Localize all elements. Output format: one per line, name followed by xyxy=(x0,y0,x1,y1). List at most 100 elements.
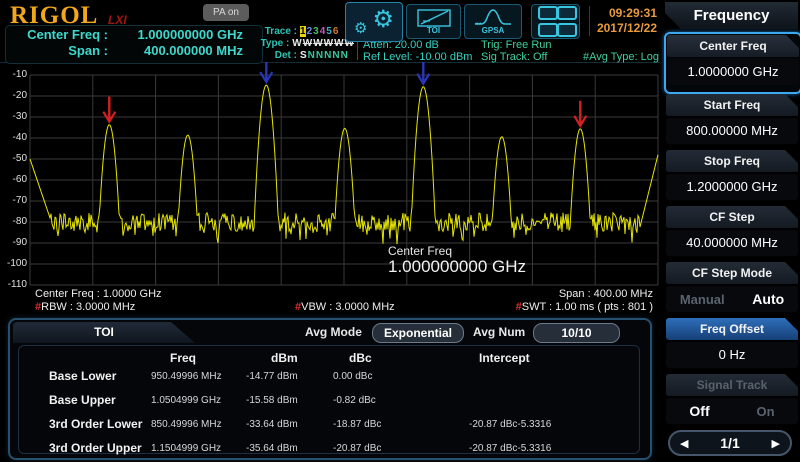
date-readout: 2017/12/22 xyxy=(593,21,657,36)
y-axis-tick-label: -40 xyxy=(0,132,27,143)
toi-table: Freq dBm dBc Intercept Base Lower950.499… xyxy=(18,345,640,454)
center-freq-span-readout: Center Freq : 1.000000000 GHz Span : 400… xyxy=(5,25,263,64)
footer-vbw: #VBW : 3.0000 MHz xyxy=(295,301,395,313)
avg-num-button[interactable]: 10/10 xyxy=(533,323,620,343)
softkey-signal-track[interactable]: Signal Track Off On xyxy=(666,374,798,428)
y-axis-tick-label: -60 xyxy=(0,174,27,185)
y-axis-tick-label: -100 xyxy=(0,258,27,269)
softkey-label: Signal Track xyxy=(666,374,798,396)
option-on[interactable]: On xyxy=(757,404,775,419)
gpsa-mode-button[interactable]: GPSA xyxy=(464,4,522,39)
trace-type: W xyxy=(334,38,343,49)
trace-number: 3 xyxy=(313,26,319,37)
header-divider xyxy=(357,40,358,60)
trace-number: 5 xyxy=(326,26,332,37)
active-function-value: 1.000000000 GHz xyxy=(388,257,526,277)
trace-status-block: Trace :123456 Type :WWWWWW Det :SNNNNN xyxy=(259,25,355,62)
softkey-value: 1.0000000 GHz xyxy=(667,59,799,85)
page-next-icon[interactable]: ▶ xyxy=(772,437,780,450)
toi-measure-button[interactable]: TOI xyxy=(406,4,461,39)
footer-rbw: #RBW : 3.0000 MHz xyxy=(35,301,135,313)
y-axis-tick-label: -80 xyxy=(0,216,27,227)
trace-number: 2 xyxy=(307,26,313,37)
footer-info-row2: #RBW : 3.0000 MHz #VBW : 3.0000 MHz #SWT… xyxy=(0,301,660,314)
window-grid-icon xyxy=(538,6,573,37)
softkey-cf-step-mode[interactable]: CF Step Mode Manual Auto xyxy=(666,262,798,316)
trace-detector: N xyxy=(332,50,339,61)
trace-type-label: Type : xyxy=(259,38,289,49)
center-freq-value: 1.000000000 GHz xyxy=(108,27,243,43)
table-row: 3rd Order Lower850.49996 MHz-33.64 dBm-1… xyxy=(19,418,669,431)
softkey-label: Center Freq xyxy=(667,35,799,57)
trig-readout: Trig: Free Run xyxy=(481,39,659,51)
trace-row-label: Trace : xyxy=(259,26,297,37)
blue-marker-arrow-icon xyxy=(417,62,429,84)
softkey-freq-offset[interactable]: Freq Offset 0 Hz xyxy=(666,318,798,372)
page-prev-icon[interactable]: ◀ xyxy=(680,437,688,450)
softkey-start-freq[interactable]: Start Freq 800.00000 MHz xyxy=(666,94,798,148)
softkey-label: CF Step xyxy=(666,206,798,228)
footer-info-row1: Center Freq : 1.0000 GHz Span : 400.00 M… xyxy=(0,288,660,301)
active-function-label: Center Freq xyxy=(388,244,452,258)
softkey-cf-step[interactable]: CF Step 40.000000 MHz xyxy=(666,206,798,260)
y-axis-tick-label: -50 xyxy=(0,153,27,164)
softkey-label: CF Step Mode xyxy=(666,262,798,284)
blue-marker-arrow-icon xyxy=(260,62,272,82)
trace-detector: N xyxy=(316,50,323,61)
softkey-value: 40.000000 MHz xyxy=(666,230,798,256)
system-setup-button[interactable]: ⚙⚙ xyxy=(345,2,403,42)
trace-detector: S xyxy=(300,50,307,61)
spectrum-trace-svg xyxy=(0,62,660,290)
display-layout-button[interactable] xyxy=(531,4,580,39)
softkey-panel: Frequency Center Freq 1.0000000 GHz Star… xyxy=(660,0,800,462)
y-axis-tick-label: -30 xyxy=(0,111,27,122)
softkey-stop-freq[interactable]: Stop Freq 1.2000000 GHz xyxy=(666,150,798,204)
softkey-label: Start Freq xyxy=(666,94,798,116)
trace-det-label: Det : xyxy=(259,50,297,61)
gpsa-icon xyxy=(473,9,513,27)
time-readout: 09:29:31 xyxy=(593,6,657,21)
trace-type: W xyxy=(313,38,322,49)
softkey-label: Stop Freq xyxy=(666,150,798,172)
softkey-label: Freq Offset xyxy=(666,318,798,340)
y-axis-tick-label: -10 xyxy=(0,69,27,80)
option-auto[interactable]: Auto xyxy=(752,291,784,307)
span-label: Span : xyxy=(8,43,108,59)
footer-swt: #SWT : 1.00 ms ( pts : 801 ) xyxy=(516,301,653,313)
table-row: 3rd Order Upper1.1504999 GHz-35.64 dBm-2… xyxy=(19,442,669,455)
option-off[interactable]: Off xyxy=(689,403,709,419)
menu-pager[interactable]: ◀ 1/1 ▶ xyxy=(668,430,792,456)
softkey-value: 1.2000000 GHz xyxy=(666,174,798,200)
toi-icon xyxy=(417,9,451,27)
header-bar: RIGOL LXI PA on Center Freq : 1.00000000… xyxy=(0,0,660,63)
y-axis-tick-label: -90 xyxy=(0,237,27,248)
trace-number: 1 xyxy=(300,26,306,37)
trace-type: W xyxy=(292,38,301,49)
softkey-center-freq[interactable]: Center Freq 1.0000000 GHz xyxy=(664,32,800,94)
atten-ref-block: Atten: 20.00 dB Ref Level: -10.00 dBm xyxy=(363,39,481,63)
center-freq-label: Center Freq : xyxy=(8,27,108,43)
trace-number: 4 xyxy=(320,26,326,37)
trace-detector: N xyxy=(308,50,315,61)
avg-mode-button[interactable]: Exponential xyxy=(372,323,464,343)
avg-mode-label: Avg Mode xyxy=(305,325,362,339)
y-axis-tick-label: -70 xyxy=(0,195,27,206)
table-row: Base Upper1.0504999 GHz-15.58 dBm-0.82 d… xyxy=(19,394,669,407)
footer-center-freq: Center Freq : 1.0000 GHz xyxy=(35,288,162,300)
toi-table-header: Freq dBm dBc Intercept xyxy=(19,351,669,365)
gear-icon: ⚙⚙ xyxy=(354,5,394,39)
table-row: Base Lower950.49996 MHz-14.77 dBm0.00 dB… xyxy=(19,370,669,383)
toi-tab[interactable]: TOI xyxy=(13,322,195,343)
toi-result-panel: TOI Avg Mode Exponential Avg Num 10/10 F… xyxy=(8,318,652,460)
trace-detector: N xyxy=(324,50,331,61)
trace-detector: N xyxy=(341,50,348,61)
red-marker-arrow-icon xyxy=(574,101,586,126)
footer-span: Span : 400.00 MHz xyxy=(559,288,653,300)
red-marker-arrow-icon xyxy=(103,97,115,122)
pa-on-badge: PA on xyxy=(203,4,249,21)
option-manual[interactable]: Manual xyxy=(680,292,725,307)
menu-title-frequency[interactable]: Frequency xyxy=(665,2,798,29)
avg-num-label: Avg Num xyxy=(473,325,525,339)
clock-divider xyxy=(589,6,590,36)
span-value: 400.000000 MHz xyxy=(108,43,243,59)
